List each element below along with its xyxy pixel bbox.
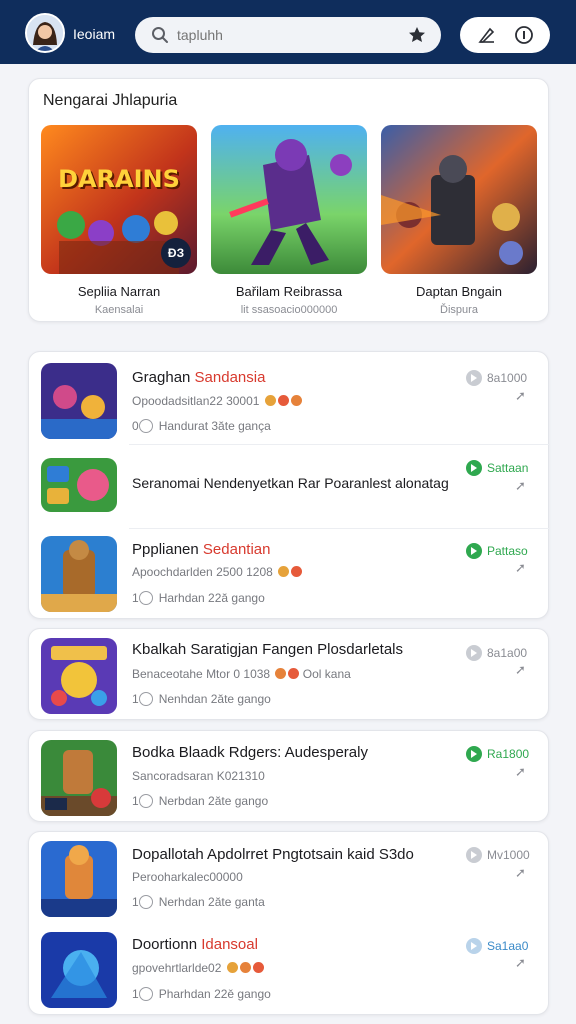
app-icon — [41, 363, 117, 439]
game-art-thumbnail: DARAINS ĐЗ — [41, 125, 197, 274]
featured-card-name: Bařilam Reibrassa — [235, 284, 343, 299]
list-item[interactable]: Doortionn Idansoal gpovehrtlarlde02 1 Pha… — [29, 924, 550, 1016]
list-item[interactable]: Dopallotah Apdolrret Pngtotsain kaid S3d… — [29, 832, 550, 924]
header-actions — [460, 17, 550, 53]
app-downloads: 1 Nerhdan 2ăte ganta — [132, 895, 265, 909]
price-tag[interactable]: Sa1aa0 — [466, 938, 528, 954]
info-icon[interactable] — [514, 25, 534, 45]
share-arrow-icon[interactable]: ➚ — [515, 478, 526, 494]
app-downloads: 1 Nerbdan 2ăte gango — [132, 794, 269, 808]
app-icon — [41, 932, 117, 1008]
list-item[interactable]: Seranomai Nendenyetkan Rar Poaranlest al… — [29, 446, 550, 528]
app-list-group: Bodka Blaadk Rdgers: Audesperaly Sancora… — [28, 730, 549, 822]
featured-card-subtitle: Ďispura — [440, 304, 478, 316]
game-art-thumbnail — [211, 125, 367, 274]
app-downloads: 0 Handurat 3ăte gança — [132, 419, 271, 433]
share-arrow-icon[interactable]: ➚ — [515, 764, 526, 780]
app-downloads: 1 Harhdan 22ă gango — [132, 591, 265, 605]
app-list-group: Graghan Sandansia Opoodadsitlan22 30001 … — [28, 351, 550, 620]
search-input[interactable] — [177, 25, 397, 45]
price-tag[interactable]: Mv1000 — [466, 847, 530, 863]
app-title: Doortionn Idansoal — [132, 936, 258, 953]
divider — [129, 444, 550, 445]
price-tag[interactable]: 8a1000 — [466, 370, 527, 386]
featured-card-name: Sepliia Narran — [77, 284, 161, 299]
featured-card[interactable]: Bařilam Reibrassa lit ssasoacio000000 — [211, 125, 367, 316]
app-icon — [41, 841, 117, 917]
share-arrow-icon[interactable]: ➚ — [515, 865, 526, 881]
list-item[interactable]: Kbalkah Saratigjan Fangen Plosdarletals … — [29, 629, 550, 721]
star-icon[interactable] — [407, 25, 427, 45]
price-tag[interactable]: 8a1a00 — [466, 645, 527, 661]
app-meta: Perooharkalec00000 — [132, 870, 243, 884]
app-title: Bodka Blaadk Rdgers: Audesperaly — [132, 744, 368, 761]
app-title: Seranomai Nendenyetkan Rar Poaranlest al… — [132, 475, 449, 491]
game-art-thumbnail — [381, 125, 537, 274]
list-item[interactable]: Ppplianen Sedantian Apoochdarlden 2500 1… — [29, 528, 550, 620]
app-downloads: 1 Nenhdan 2ăte gango — [132, 692, 271, 706]
featured-card[interactable]: DARAINS ĐЗ Sepliia Narran Kaensalai — [41, 125, 197, 316]
share-arrow-icon[interactable]: ➚ — [515, 560, 526, 576]
share-arrow-icon[interactable]: ➚ — [515, 955, 526, 971]
app-list-group: Kbalkah Saratigjan Fangen Plosdarletals … — [28, 628, 549, 720]
featured-card-subtitle: lit ssasoacio000000 — [240, 304, 338, 316]
list-item[interactable]: Graghan Sandansia Opoodadsitlan22 30001 … — [29, 352, 550, 439]
brand-name: Ieoiam — [73, 26, 116, 42]
app-downloads: 1 Pharhdan 22ě gango — [132, 987, 271, 1001]
price-tag[interactable]: Sattaan — [466, 460, 528, 476]
app-list-group: Dopallotah Apdolrret Pngtotsain kaid S3d… — [28, 831, 549, 1015]
featured-title: Nengarai Jhlapuria — [43, 92, 178, 109]
app-meta: Apoochdarlden 2500 1208 — [132, 565, 303, 579]
app-meta: Opoodadsitlan22 30001 — [132, 394, 302, 408]
count-badge: ĐЗ — [161, 238, 191, 268]
search-icon — [152, 27, 168, 43]
app-meta: Sancoradsaran K021310 — [132, 769, 265, 783]
app-icon — [41, 458, 117, 512]
featured-card[interactable]: Daptan Bngain Ďispura — [381, 125, 537, 316]
app-title: Ppplianen Sedantian — [132, 541, 271, 558]
app-icon — [41, 638, 117, 714]
app-title: Kbalkah Saratigjan Fangen Plosdarletals — [132, 641, 404, 658]
price-tag[interactable]: Pattaso — [466, 543, 528, 559]
app-title: Dopallotah Apdolrret Pngtotsain kaid S3d… — [132, 846, 414, 863]
avatar[interactable] — [25, 13, 65, 53]
app-meta: gpovehrtlarlde02 — [132, 961, 264, 975]
app-icon — [41, 740, 117, 816]
game-art-logo: DARAINS — [58, 165, 180, 193]
app-title: Graghan Sandansia — [132, 369, 266, 386]
list-item[interactable]: Bodka Blaadk Rdgers: Audesperaly Sancora… — [29, 731, 550, 823]
featured-card-subtitle: Kaensalai — [94, 304, 144, 316]
app-meta: Benaceotahe Mtor 0 1038 Ool kana — [132, 667, 351, 681]
app-icon — [41, 536, 117, 612]
featured-card-name: Daptan Bngain — [415, 284, 502, 299]
search-bar[interactable] — [135, 17, 441, 53]
edit-icon[interactable] — [478, 26, 496, 44]
price-tag[interactable]: Ra1800 — [466, 746, 529, 762]
top-app-bar: Ieoiam — [0, 0, 576, 64]
featured-section: Nengarai Jhlapuria DARAINS ĐЗ Sepliia Na… — [28, 78, 549, 322]
share-arrow-icon[interactable]: ➚ — [515, 662, 526, 678]
share-arrow-icon[interactable]: ➚ — [515, 388, 526, 404]
